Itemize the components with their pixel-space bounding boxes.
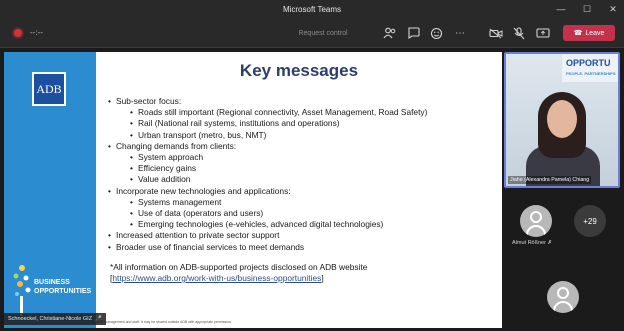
leave-label: Leave: [585, 29, 605, 37]
sub-bullet: Rail (National rail systems, institution…: [108, 118, 498, 129]
request-control-button[interactable]: Request control: [290, 26, 356, 40]
close-icon[interactable]: ✕: [600, 0, 624, 18]
avatar-head-icon: [530, 211, 542, 223]
bullet: Broader use of financial services to mee…: [108, 242, 498, 253]
bullet: Changing demands from clients:: [108, 141, 498, 152]
slide-sidebar: ADB BUSINESS OPPORTUNITIES: [4, 52, 96, 328]
bo-line-2: OPPORTUNITIES: [34, 288, 92, 295]
info-text: *All information on ADB-supported projec…: [110, 261, 368, 272]
phone-hangup-icon: ☎: [573, 30, 583, 37]
leave-button[interactable]: ☎ Leave: [563, 25, 615, 41]
slide-title: Key messages: [239, 61, 359, 80]
bullet: Incorporate new technologies and applica…: [108, 186, 498, 197]
sub-bullet: System approach: [108, 152, 498, 163]
bo-line-1: BUSINESS: [34, 279, 70, 286]
sub-bullet: Systems management: [108, 197, 498, 208]
participant-name: Almut Rößner: [512, 240, 546, 246]
more-options-icon[interactable]: ⋯: [452, 25, 468, 41]
participant-video[interactable]: OPPORTU PEOPLE. PARTNERSHIPS Jiahe (Alex…: [504, 52, 620, 188]
reactions-icon[interactable]: [428, 25, 444, 41]
avatar-head-icon: [557, 287, 569, 299]
sub-bullet: Efficiency gains: [108, 163, 498, 174]
participant-tile-name: Almut Rößner ✗: [512, 240, 552, 246]
video-banner-text: OPPORTU: [566, 58, 611, 68]
participant-avatar[interactable]: [547, 281, 579, 313]
mic-off-icon: ✗: [547, 240, 553, 246]
minimize-icon[interactable]: —: [548, 0, 574, 18]
adb-website-link[interactable]: https://www.adb.org/work-with-us/busines…: [112, 273, 321, 283]
sub-bullet: Urban transport (metro, bus, NMT): [108, 130, 498, 141]
slide-footnote: ADB management and staff. It may be shar…: [96, 320, 232, 324]
avatar-body-icon: [553, 301, 573, 313]
presenter-name: Schnoeckel, Christiane-Nicole GIZ: [8, 316, 93, 322]
person-face: [547, 100, 577, 138]
title-bar: Microsoft Teams: [0, 0, 624, 18]
camera-off-icon[interactable]: [488, 25, 504, 41]
sub-bullet: Roads still important (Regional connecti…: [108, 107, 498, 118]
mic-icon: 🎤: [95, 316, 102, 322]
meeting-timer: --:--: [30, 28, 43, 37]
people-icon[interactable]: [382, 25, 398, 41]
more-participants-button[interactable]: +29: [574, 205, 606, 237]
shared-slide: ADB BUSINESS OPPORTUNITIES Key messages …: [4, 52, 502, 328]
avatar-body-icon: [526, 225, 546, 237]
mic-off-icon[interactable]: [511, 25, 527, 41]
sub-bullet: Value addition: [108, 174, 498, 185]
adb-logo: ADB: [32, 72, 66, 106]
business-opportunities-text: BUSINESS OPPORTUNITIES: [34, 278, 91, 296]
bullet: Increased attention to private sector su…: [108, 230, 498, 241]
chat-icon[interactable]: [405, 25, 421, 41]
sub-bullet: Use of data (operators and users): [108, 208, 498, 219]
participant-avatar[interactable]: [520, 205, 552, 237]
window-title: Microsoft Teams: [282, 4, 342, 14]
presenter-name-tag: Schnoeckel, Christiane-Nicole GIZ 🎤: [4, 313, 106, 325]
info-note: *All information on ADB-supported projec…: [108, 262, 498, 284]
recording-indicator-icon: [14, 29, 22, 37]
meeting-toolbar: --:-- Request control ⋯ ☎ Leave: [0, 18, 624, 48]
video-banner-subtext: PEOPLE. PARTNERSHIPS: [566, 71, 616, 76]
share-screen-icon[interactable]: [535, 25, 551, 41]
info-link-line: [https://www.adb.org/work-with-us/busine…: [110, 273, 498, 284]
maximize-icon[interactable]: ☐: [574, 0, 600, 18]
sub-bullet: Emerging technologies (e-vehicles, advan…: [108, 219, 498, 230]
bullet: Sub-sector focus:: [108, 96, 498, 107]
slide-content: Sub-sector focus: Roads still important …: [108, 96, 498, 284]
video-participant-name: Jiahe (Alexandra Pamela) Chiang: [508, 176, 592, 184]
link-close-bracket: ]: [321, 273, 324, 284]
